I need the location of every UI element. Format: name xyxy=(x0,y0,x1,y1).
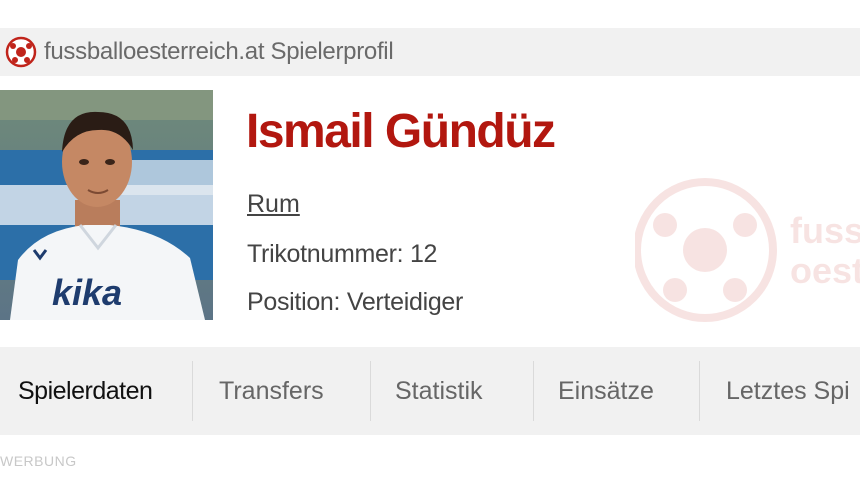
player-name: Ismail Gündüz xyxy=(246,105,556,158)
ad-label: WERBUNG xyxy=(0,453,77,469)
watermark-text-2: oest xyxy=(790,250,860,291)
watermark-logo: fuss oest xyxy=(633,175,860,325)
profile-tabs: Spielerdaten Transfers Statistik Einsätz… xyxy=(0,347,860,435)
club-link[interactable]: Rum xyxy=(247,190,300,219)
tab-spielerdaten[interactable]: Spielerdaten xyxy=(0,361,192,421)
header-title: fussballoesterreich.at Spielerprofil xyxy=(44,38,394,65)
soccer-ball-icon[interactable] xyxy=(4,35,38,69)
watermark-text-1: fuss xyxy=(790,210,860,251)
tab-einsaetze[interactable]: Einsätze xyxy=(534,361,699,421)
player-photo: kika xyxy=(0,90,213,320)
tab-statistik[interactable]: Statistik xyxy=(371,361,533,421)
shirt-number: Trikotnummer: 12 xyxy=(247,240,438,268)
player-position: Position: Verteidiger xyxy=(247,288,464,316)
shirt-sponsor-logo: kika xyxy=(52,272,122,313)
tab-transfers[interactable]: Transfers xyxy=(193,361,370,421)
tab-letztes-spiel[interactable]: Letztes Spi xyxy=(700,361,860,421)
site-header: fussballoesterreich.at Spielerprofil xyxy=(0,28,860,76)
